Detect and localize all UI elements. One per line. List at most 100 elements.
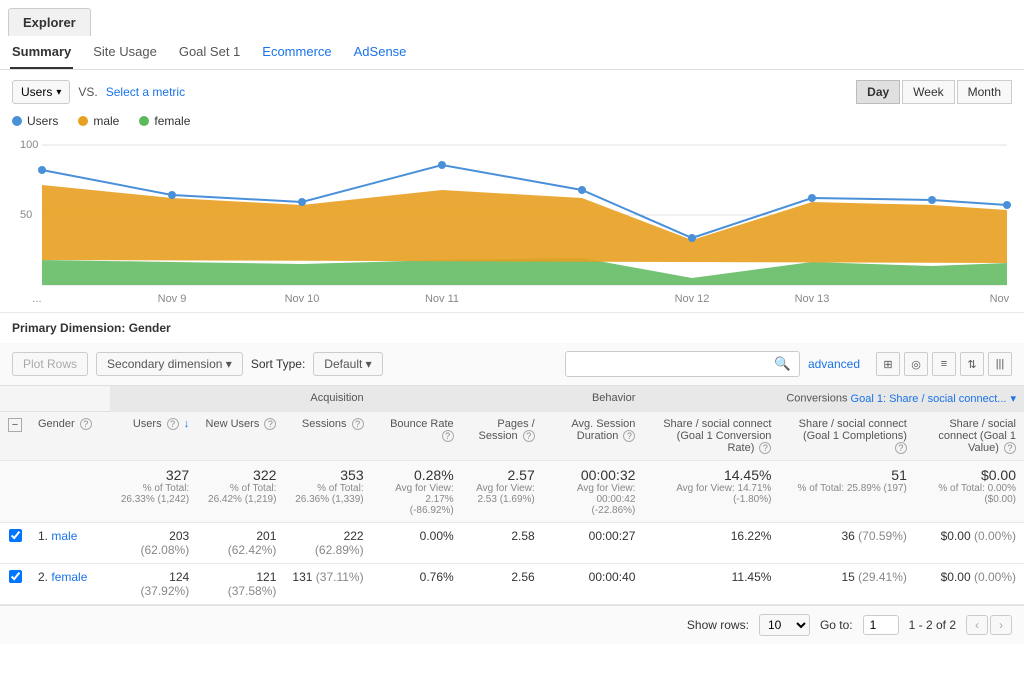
tab-site-usage[interactable]: Site Usage xyxy=(91,36,159,69)
totals-conv-rate: 14.45% Avg for View: 14.71% (-1.80%) xyxy=(643,461,779,523)
legend-female: female xyxy=(139,114,190,128)
data-table: Acquisition Behavior Conversions Goal 1:… xyxy=(0,386,1024,605)
col-gender-label: Gender xyxy=(38,418,75,430)
row1-gender: 1. male xyxy=(30,523,110,564)
row1-checkbox[interactable] xyxy=(9,529,22,542)
table-row: 2. female 124 (37.92%) 121 (37.58%) 131 … xyxy=(0,564,1024,605)
row2-checkbox[interactable] xyxy=(9,570,22,583)
view-icon-pie[interactable]: ◎ xyxy=(904,352,928,376)
view-icon-grid[interactable]: ⊞ xyxy=(876,352,900,376)
th-pages-session: Pages / Session ? xyxy=(462,412,543,461)
secondary-dim-arrow: ▾ xyxy=(226,357,232,371)
point-nov10 xyxy=(298,198,306,206)
point-nov9 xyxy=(168,191,176,199)
metric-label: Users xyxy=(21,85,52,99)
col-users-label: Users xyxy=(133,418,162,430)
col-conv-rate-help[interactable]: ? xyxy=(759,442,771,454)
col-new-users-label: New Users xyxy=(206,418,260,430)
chart-controls: Users ▾ VS. Select a metric Day Week Mon… xyxy=(0,70,1024,110)
explorer-tab[interactable]: Explorer xyxy=(0,0,1024,36)
tab-summary[interactable]: Summary xyxy=(10,36,73,69)
totals-label xyxy=(0,461,110,523)
totals-bounce: 0.28% Avg for View: 2.17% (-86.92%) xyxy=(372,461,462,523)
view-icon-custom[interactable]: ||| xyxy=(988,352,1012,376)
advanced-link[interactable]: advanced xyxy=(808,357,860,371)
col-gender-help[interactable]: ? xyxy=(80,418,92,430)
col-avg-help[interactable]: ? xyxy=(623,430,635,442)
totals-completions: 51 % of Total: 25.89% (197) xyxy=(779,461,914,523)
time-btn-day[interactable]: Day xyxy=(856,80,900,104)
th-conv-rate: Share / social connect (Goal 1 Conversio… xyxy=(643,412,779,461)
tab-adsense[interactable]: AdSense xyxy=(352,36,409,69)
primary-dim-label: Primary Dimension: xyxy=(12,321,125,335)
legend-users: Users xyxy=(12,114,58,128)
prev-page-btn[interactable]: ‹ xyxy=(966,615,988,635)
legend-label-female: female xyxy=(154,114,190,128)
col-users-help[interactable]: ? xyxy=(167,418,179,430)
col-bounce-help[interactable]: ? xyxy=(442,430,454,442)
totals-row: 327 % of Total: 26.33% (1,242) 322 % of … xyxy=(0,461,1024,523)
legend-dot-male xyxy=(78,116,88,126)
col-sessions-help[interactable]: ? xyxy=(352,418,364,430)
search-input[interactable] xyxy=(566,353,766,375)
group-header-acquisition: Acquisition xyxy=(110,386,372,412)
point-nov14 xyxy=(1003,201,1011,209)
row2-value: $0.00 (0.00%) xyxy=(915,564,1024,605)
chart-controls-left: Users ▾ VS. Select a metric xyxy=(12,80,185,104)
secondary-dimension-btn[interactable]: Secondary dimension ▾ xyxy=(96,352,243,376)
goal-dropdown[interactable]: Goal 1: Share / social connect... ▾ xyxy=(851,392,1016,405)
totals-avg-session: 00:00:32 Avg for View: 00:00:42 (-22.86%… xyxy=(543,461,644,523)
svg-text:Nov 10: Nov 10 xyxy=(285,293,320,305)
point-nov11b xyxy=(578,186,586,194)
col-value-help[interactable]: ? xyxy=(1004,442,1016,454)
col-pages-help[interactable]: ? xyxy=(523,430,535,442)
pagination: Show rows: 10 25 50 100 500 Go to: 1 - 2… xyxy=(0,605,1024,644)
primary-dim-value: Gender xyxy=(129,321,171,335)
row1-new-users: 201 (62.42%) xyxy=(197,523,284,564)
tab-goal-set-1[interactable]: Goal Set 1 xyxy=(177,36,242,69)
row1-value: $0.00 (0.00%) xyxy=(915,523,1024,564)
col-users-sort[interactable]: ↓ xyxy=(184,418,190,430)
sort-default-btn[interactable]: Default ▾ xyxy=(313,352,382,376)
table-controls: Plot Rows Secondary dimension ▾ Sort Typ… xyxy=(0,343,1024,386)
goto-label: Go to: xyxy=(820,618,853,632)
metric-dropdown[interactable]: Users ▾ xyxy=(12,80,70,104)
view-icon-list[interactable]: ≡ xyxy=(932,352,956,376)
time-btn-week[interactable]: Week xyxy=(902,80,954,104)
point-start xyxy=(38,166,46,174)
th-new-users: New Users ? xyxy=(197,412,284,461)
legend-dot-users xyxy=(12,116,22,126)
show-rows-label: Show rows: xyxy=(687,618,749,632)
pagination-nav: ‹ › xyxy=(966,615,1012,635)
col-new-users-help[interactable]: ? xyxy=(264,418,276,430)
point-nov12 xyxy=(688,234,696,242)
row1-avg: 00:00:27 xyxy=(543,523,644,564)
rows-select[interactable]: 10 25 50 100 500 xyxy=(759,614,810,636)
row2-checkbox-cell xyxy=(0,564,30,605)
row1-gender-link[interactable]: male xyxy=(51,529,77,543)
time-btn-month[interactable]: Month xyxy=(957,80,1012,104)
col-completions-help[interactable]: ? xyxy=(895,442,907,454)
minus-icon[interactable]: − xyxy=(8,418,22,432)
explorer-tab-label[interactable]: Explorer xyxy=(8,8,91,36)
row1-checkbox-cell xyxy=(0,523,30,564)
point-nov13 xyxy=(808,194,816,202)
th-avg-session: Avg. Session Duration ? xyxy=(543,412,644,461)
select-metric-link[interactable]: Select a metric xyxy=(106,85,185,99)
tab-ecommerce[interactable]: Ecommerce xyxy=(260,36,333,69)
search-button[interactable]: 🔍 xyxy=(766,352,799,376)
row2-conv-rate: 11.45% xyxy=(643,564,779,605)
primary-dimension: Primary Dimension: Gender xyxy=(0,312,1024,343)
col-completions-label: Share / social connect (Goal 1 Completio… xyxy=(799,418,907,442)
time-buttons: Day Week Month xyxy=(856,80,1012,104)
next-page-btn[interactable]: › xyxy=(990,615,1012,635)
svg-text:...: ... xyxy=(32,293,41,305)
view-icon-sort[interactable]: ⇅ xyxy=(960,352,984,376)
goto-input[interactable] xyxy=(863,615,899,635)
row1-pages: 2.58 xyxy=(462,523,543,564)
totals-new-users: 322 % of Total: 26.42% (1,219) xyxy=(197,461,284,523)
th-minus: − xyxy=(0,412,30,461)
row2-gender-link[interactable]: female xyxy=(51,570,87,584)
chart-area: 100 50 ... Nov 9 Nov 10 Nov 11 Nov 12 No… xyxy=(0,130,1024,308)
plot-rows-btn[interactable]: Plot Rows xyxy=(12,352,88,376)
